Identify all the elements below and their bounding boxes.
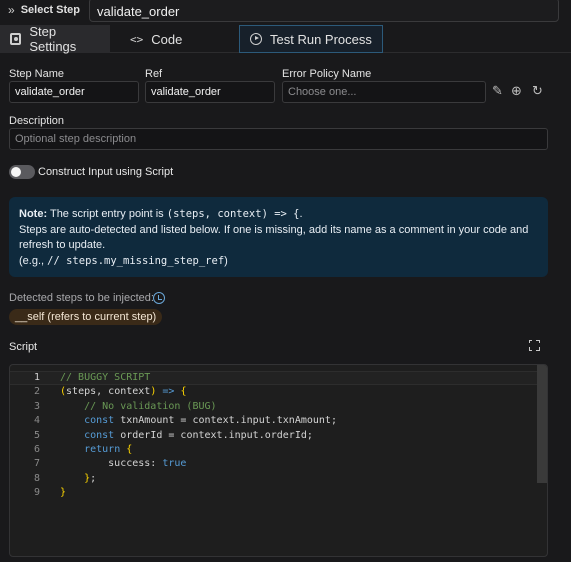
tab-step-settings[interactable]: Step Settings — [0, 24, 110, 54]
play-circle-icon — [250, 33, 262, 45]
note-line-3: (e.g., // steps.my_missing_step_ref) — [19, 254, 538, 270]
code-icon: <> — [130, 32, 144, 46]
step-name-label: Step Name — [9, 68, 65, 80]
construct-input-toggle[interactable] — [9, 165, 35, 179]
line-number-gutter: 1 2 3 4 5 6 7 8 9 — [10, 371, 44, 501]
note-line1-suffix: . — [299, 208, 303, 220]
fullscreen-icon[interactable] — [528, 339, 540, 351]
edit-pencil-icon[interactable]: ✎ — [492, 83, 503, 99]
tab-bar: Step Settings <> Code Test Run Process — [0, 24, 571, 54]
code-line: return { — [84, 443, 133, 455]
note-line3-suffix: ) — [224, 254, 228, 267]
ref-label: Ref — [145, 68, 163, 80]
editor-scrollbar[interactable] — [537, 365, 547, 483]
line-number: 8 — [33, 472, 40, 484]
code-line: }; — [84, 472, 97, 484]
note-example-code: // steps.my_missing_step_ref — [47, 254, 225, 267]
select-step-label: » Select Step — [8, 2, 80, 18]
note-line1-prefix: The script entry point is — [49, 208, 164, 220]
top-bar: » Select Step validate_order — [0, 0, 571, 22]
code-line: // No validation (BUG) — [60, 400, 217, 412]
note-line-2: Steps are auto-detected and listed below… — [19, 223, 529, 252]
detected-steps-label: Detected steps to be injected: — [9, 292, 154, 304]
code-line: (steps, context) => { — [60, 386, 187, 398]
note-line3-prefix: (e.g., — [19, 254, 45, 267]
error-policy-label: Error Policy Name — [282, 68, 372, 80]
construct-input-label: Construct Input using Script — [38, 166, 174, 178]
step-selector[interactable]: validate_order — [89, 0, 559, 22]
select-step-text: Select Step — [20, 4, 80, 16]
note-entry-code: (steps, context) => { — [166, 208, 300, 220]
add-circle-icon[interactable]: ⊕ — [511, 83, 522, 99]
detected-step-badge: __self (refers to current step) — [9, 309, 163, 325]
code-line: const orderId = context.input.orderId; — [84, 429, 313, 441]
code-line: // BUGGY SCRIPT — [60, 372, 151, 383]
double-chevron-right-icon: » — [8, 3, 15, 17]
line-number: 7 — [33, 458, 40, 470]
tab-step-settings-label: Step Settings — [29, 24, 77, 54]
code-editor[interactable]: 1 2 3 4 5 6 7 8 9 // BUGGY SCRIPT (steps… — [9, 364, 548, 557]
tab-test-run-label: Test Run Process — [270, 31, 372, 47]
tab-code[interactable]: <> Code — [120, 25, 230, 53]
step-name-input[interactable]: validate_order — [9, 81, 139, 103]
line-number: 6 — [33, 443, 40, 455]
history-icon[interactable] — [153, 292, 165, 304]
line-number: 5 — [33, 429, 40, 441]
script-label: Script — [9, 341, 38, 353]
note-title: Note: — [19, 208, 48, 220]
line-number: 3 — [33, 400, 40, 412]
settings-icon — [10, 33, 22, 45]
note-box: Note: The script entry point is (steps, … — [9, 197, 548, 277]
code-line: const txnAmount = context.input.txnAmoun… — [84, 415, 337, 427]
error-policy-select[interactable]: Choose one... — [282, 81, 486, 103]
code-line: success: true — [60, 458, 187, 470]
line-number: 4 — [33, 415, 40, 427]
description-input[interactable]: Optional step description — [9, 128, 548, 150]
code-content[interactable]: // BUGGY SCRIPT (steps, context) => { //… — [60, 371, 535, 501]
refresh-icon[interactable]: ↻ — [532, 83, 543, 99]
tab-test-run-process[interactable]: Test Run Process — [239, 25, 383, 53]
line-number: 2 — [33, 386, 40, 398]
description-label: Description — [9, 115, 65, 127]
tab-code-label: Code — [151, 31, 183, 47]
code-line: } — [60, 487, 67, 499]
note-line-1: Note: The script entry point is (steps, … — [19, 207, 538, 223]
line-number: 9 — [33, 487, 40, 499]
ref-input[interactable]: validate_order — [145, 81, 275, 103]
line-number: 1 — [33, 372, 40, 383]
